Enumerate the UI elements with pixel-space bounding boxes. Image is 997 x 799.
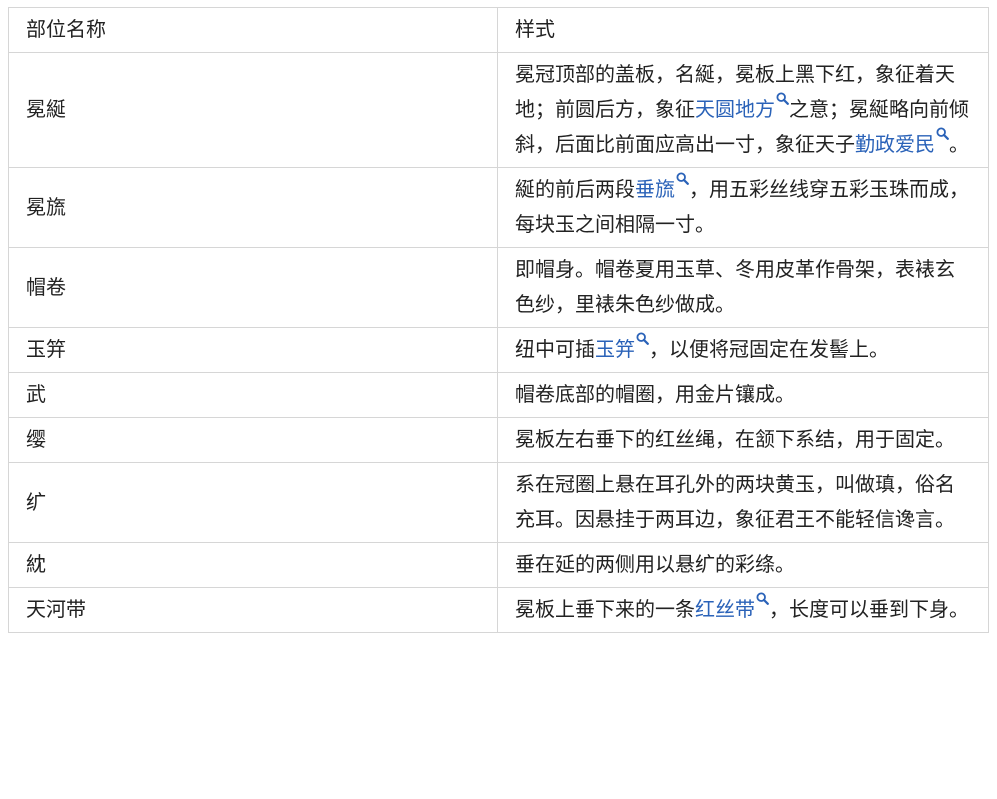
part-name-cell: 天河带: [8, 587, 498, 633]
term-link[interactable]: 玉笄: [595, 337, 635, 361]
style-description-cell: 綖的前后两段垂旒 ，用五彩丝线穿五彩玉珠而成，每块玉之间相隔一寸。: [497, 167, 989, 248]
table-header-row: 部位名称 样式: [8, 7, 989, 53]
table-row: 纩系在冠圈上悬在耳孔外的两块黄玉，叫做瑱，俗名充耳。因悬挂于两耳边，象征君王不能…: [8, 462, 989, 543]
term-link[interactable]: 勤政爱民: [855, 132, 935, 156]
table-row: 武帽卷底部的帽圈，用金片镶成。: [8, 372, 989, 418]
description-text: 冕板左右垂下的红丝绳，在颔下系结，用于固定。: [515, 427, 955, 451]
term-link[interactable]: 红丝带: [695, 597, 755, 621]
part-name-cell: 武: [8, 372, 498, 418]
description-text: 系在冠圈上悬在耳孔外的两块黄玉，叫做瑱，俗名充耳。因悬挂于两耳边，象征君王不能轻…: [515, 472, 955, 531]
table-row: 紞垂在延的两侧用以悬纩的彩绦。: [8, 542, 989, 588]
table-row: 冕旒 綖的前后两段垂旒 ，用五彩丝线穿五彩玉珠而成，每块玉之间相隔一寸。: [8, 167, 989, 248]
style-description-cell: 冕板左右垂下的红丝绳，在颔下系结，用于固定。: [497, 417, 989, 463]
style-description-cell: 系在冠圈上悬在耳孔外的两块黄玉，叫做瑱，俗名充耳。因悬挂于两耳边，象征君王不能轻…: [497, 462, 989, 543]
search-icon[interactable]: [676, 172, 689, 186]
table-row: 玉笄 纽中可插玉笄 ，以便将冠固定在发髻上。: [8, 327, 989, 373]
search-icon[interactable]: [936, 127, 949, 141]
style-description-cell: 纽中可插玉笄 ，以便将冠固定在发髻上。: [497, 327, 989, 373]
style-description-cell: 冕冠顶部的盖板，名綖，冕板上黑下红，象征着天地；前圆后方，象征天圆地方 之意；冕綖…: [497, 52, 989, 168]
description-text: 即帽身。帽卷夏用玉草、冬用皮革作骨架，表裱玄色纱，里裱朱色纱做成。: [515, 257, 955, 316]
part-name-cell: 冕旒: [8, 167, 498, 248]
term-link[interactable]: 天圆地方: [695, 97, 775, 121]
description-text: 冕板上垂下来的一条: [515, 597, 695, 621]
part-name-cell: 帽卷: [8, 247, 498, 328]
style-description-cell: 即帽身。帽卷夏用玉草、冬用皮革作骨架，表裱玄色纱，里裱朱色纱做成。: [497, 247, 989, 328]
description-text: ，以便将冠固定在发髻上。: [649, 337, 889, 361]
term-link[interactable]: 垂旒: [635, 177, 675, 201]
style-description-cell: 冕板上垂下来的一条红丝带 ，长度可以垂到下身。: [497, 587, 989, 633]
column-header-style: 样式: [497, 7, 989, 53]
description-text: ，长度可以垂到下身。: [769, 597, 969, 621]
part-name-cell: 玉笄: [8, 327, 498, 373]
search-icon[interactable]: [776, 92, 789, 106]
search-icon[interactable]: [636, 332, 649, 346]
column-header-part-name: 部位名称: [8, 7, 498, 53]
table-body: 冕綖 冕冠顶部的盖板，名綖，冕板上黑下红，象征着天地；前圆后方，象征天圆地方 之意；…: [8, 52, 989, 633]
table-row: 天河带 冕板上垂下来的一条红丝带 ，长度可以垂到下身。: [8, 587, 989, 633]
parts-table: 部位名称 样式 冕綖 冕冠顶部的盖板，名綖，冕板上黑下红，象征着天地；前圆后方，象…: [8, 7, 989, 633]
style-description-cell: 垂在延的两侧用以悬纩的彩绦。: [497, 542, 989, 588]
style-description-cell: 帽卷底部的帽圈，用金片镶成。: [497, 372, 989, 418]
part-name-cell: 冕綖: [8, 52, 498, 168]
description-text: 綖的前后两段: [515, 177, 635, 201]
search-icon[interactable]: [756, 592, 769, 606]
part-name-cell: 纩: [8, 462, 498, 543]
part-name-cell: 缨: [8, 417, 498, 463]
description-text: 。: [949, 132, 969, 156]
description-text: 纽中可插: [515, 337, 595, 361]
description-text: 帽卷底部的帽圈，用金片镶成。: [515, 382, 795, 406]
part-name-cell: 紞: [8, 542, 498, 588]
table-row: 帽卷 即帽身。帽卷夏用玉草、冬用皮革作骨架，表裱玄色纱，里裱朱色纱做成。: [8, 247, 989, 328]
table-row: 冕綖 冕冠顶部的盖板，名綖，冕板上黑下红，象征着天地；前圆后方，象征天圆地方 之意；…: [8, 52, 989, 168]
description-text: 垂在延的两侧用以悬纩的彩绦。: [515, 552, 795, 576]
table-row: 缨冕板左右垂下的红丝绳，在颔下系结，用于固定。: [8, 417, 989, 463]
